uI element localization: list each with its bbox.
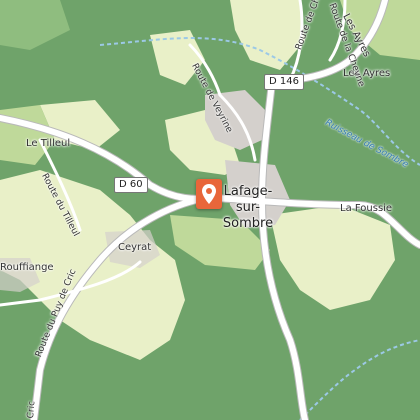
road-shield-d146: D 146: [264, 74, 304, 90]
meadow-area: [270, 205, 395, 310]
road-label-cric: Cric: [26, 400, 38, 419]
light-green-area: [0, 0, 70, 50]
town-label: Lafage-sur-Sombre: [222, 184, 274, 231]
location-marker[interactable]: [196, 179, 222, 209]
place-label-le-tilleul: Le Tilleul: [26, 138, 71, 149]
place-label-ceyrat: Ceyrat: [118, 242, 152, 253]
place-label-la-foussie: La Foussie: [340, 203, 393, 214]
map-pin-icon: [202, 184, 216, 204]
stream-line: [299, 339, 420, 420]
meadow-area: [230, 0, 305, 70]
place-label-rouffiange: Rouffiange: [0, 262, 54, 273]
road-shield-d60: D 60: [114, 177, 148, 193]
map-view[interactable]: Les Ayres Les Ayres Le Tilleul Ceyrat Ro…: [0, 0, 420, 420]
